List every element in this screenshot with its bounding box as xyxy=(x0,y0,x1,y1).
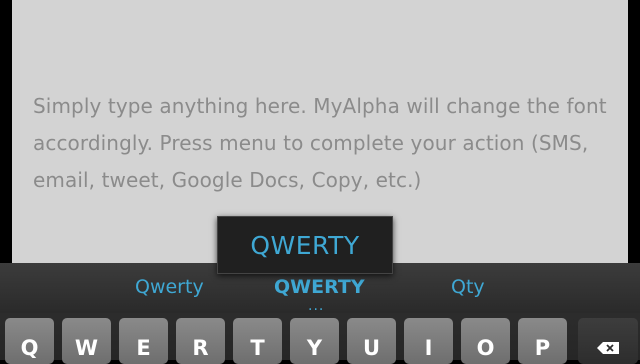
more-suggestions-indicator: ... xyxy=(308,298,325,314)
key-i[interactable]: I xyxy=(404,318,453,364)
key-y[interactable]: Y xyxy=(290,318,339,364)
key-o[interactable]: O xyxy=(461,318,510,364)
backspace-icon xyxy=(597,342,619,354)
popup-label: QWERTY xyxy=(250,230,360,260)
keyboard-row-1: Q W E R T Y U I O P xyxy=(0,318,640,364)
placeholder-hint-text: Simply type anything here. MyAlpha will … xyxy=(33,94,607,192)
key-w[interactable]: W xyxy=(62,318,111,364)
key-u[interactable]: U xyxy=(347,318,396,364)
key-preview-popup: QWERTY xyxy=(217,216,393,274)
key-t[interactable]: T xyxy=(233,318,282,364)
key-q[interactable]: Q xyxy=(5,318,54,364)
suggestion-qwerty-lower[interactable]: Qwerty xyxy=(135,276,204,298)
suggestion-qty[interactable]: Qty xyxy=(451,276,485,298)
key-backspace[interactable] xyxy=(578,318,638,364)
key-e[interactable]: E xyxy=(119,318,168,364)
key-p[interactable]: P xyxy=(518,318,567,364)
key-r[interactable]: R xyxy=(176,318,225,364)
suggestion-qwerty-upper[interactable]: QWERTY xyxy=(274,276,365,298)
